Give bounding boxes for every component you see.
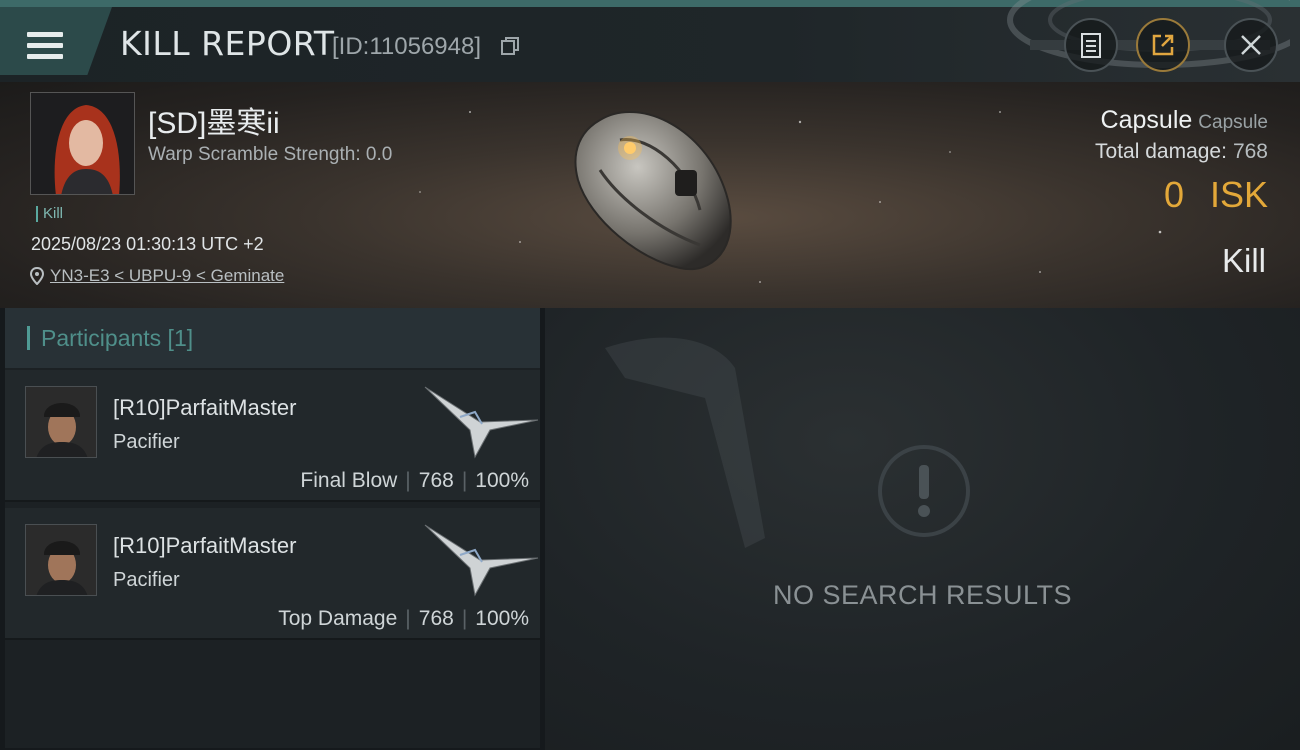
warp-scramble-strength: Warp Scramble Strength: 0.0 xyxy=(148,144,393,165)
no-results-text: NO SEARCH RESULTS xyxy=(772,580,1073,610)
victim-name[interactable]: [SD]墨寒ii xyxy=(148,98,280,142)
participants-title: Participants [1] xyxy=(27,326,193,350)
participant-name[interactable]: [R10]ParfaitMaster xyxy=(113,395,296,421)
kill-timestamp: 2025/08/23 01:30:13 UTC +2 xyxy=(31,234,264,254)
victim-portrait[interactable] xyxy=(30,92,135,195)
participant-portrait-image xyxy=(26,525,96,595)
capsule-ship-image[interactable] xyxy=(560,100,750,280)
clipboard-button[interactable] xyxy=(1064,18,1118,72)
share-button[interactable] xyxy=(1136,18,1190,72)
kill-tag: Kill xyxy=(36,206,63,222)
results-area: NO SEARCH RESULTS xyxy=(545,308,1300,750)
participant-avatar[interactable] xyxy=(25,386,97,458)
top-bar: KILL REPORT [ID:11056948] xyxy=(0,0,1300,82)
victim-section: [SD]墨寒ii Warp Scramble Strength: 0.0 Kil… xyxy=(0,82,1300,308)
no-results-icon xyxy=(878,445,970,537)
participant-ship: Pacifier xyxy=(113,431,180,453)
participant-row[interactable]: [R10]ParfaitMaster Pacifier Final Blow | 7… xyxy=(5,370,540,502)
total-damage-label: Total damage: xyxy=(1095,140,1227,163)
clipboard-icon xyxy=(1081,33,1101,58)
menu-icon[interactable] xyxy=(27,32,63,60)
kill-location[interactable]: YN3-E3 < UBPU-9 < Geminate xyxy=(30,266,284,286)
ship-type: Capsule xyxy=(1198,112,1268,133)
share-icon xyxy=(1152,34,1174,56)
participant-ship-image[interactable] xyxy=(420,382,540,464)
participant-percent: 100% xyxy=(475,607,529,630)
background-ship-silhouette xyxy=(605,337,765,548)
participant-stats: Final Blow | 768 | 100% xyxy=(300,469,529,492)
participant-role: Final Blow xyxy=(300,469,398,492)
participant-damage: 768 xyxy=(418,607,454,630)
isk-amount: 0 xyxy=(1163,174,1184,215)
menu-tab[interactable] xyxy=(0,7,112,75)
participant-damage: 768 xyxy=(418,469,454,492)
participant-name[interactable]: [R10]ParfaitMaster xyxy=(113,533,296,559)
participant-role: Top Damage xyxy=(278,607,398,630)
total-damage: Total damage: 768 xyxy=(1095,140,1268,164)
participant-ship-image[interactable] xyxy=(420,520,540,602)
total-damage-value: 768 xyxy=(1232,140,1268,163)
participant-avatar[interactable] xyxy=(25,524,97,596)
close-icon xyxy=(1241,35,1261,55)
page-title: KILL REPORT xyxy=(120,24,335,63)
isk-value: 0 ISK xyxy=(1164,174,1268,216)
copy-icon[interactable] xyxy=(500,36,520,56)
participant-percent: 100% xyxy=(475,469,529,492)
close-button[interactable] xyxy=(1224,18,1278,72)
location-text[interactable]: YN3-E3 < UBPU-9 < Geminate xyxy=(50,266,284,286)
participants-panel: Participants [1] [R10]ParfaitMaster Paci… xyxy=(5,308,540,748)
victim-avatar-image xyxy=(31,93,134,194)
participant-ship: Pacifier xyxy=(113,569,180,591)
ship-name: Capsule xyxy=(1100,106,1193,134)
report-id: [ID:11056948] xyxy=(332,33,482,60)
kill-type: Kill xyxy=(1221,242,1266,279)
location-pin-icon xyxy=(30,267,44,285)
participant-portrait-image xyxy=(26,387,96,457)
victim-ship[interactable]: Capsule Capsule xyxy=(1101,106,1268,135)
participant-row[interactable]: [R10]ParfaitMaster Pacifier Top Damage | 7… xyxy=(5,508,540,640)
isk-label: ISK xyxy=(1209,174,1268,215)
participants-header: Participants [1] xyxy=(5,308,540,368)
participant-stats: Top Damage | 768 | 100% xyxy=(278,607,529,630)
